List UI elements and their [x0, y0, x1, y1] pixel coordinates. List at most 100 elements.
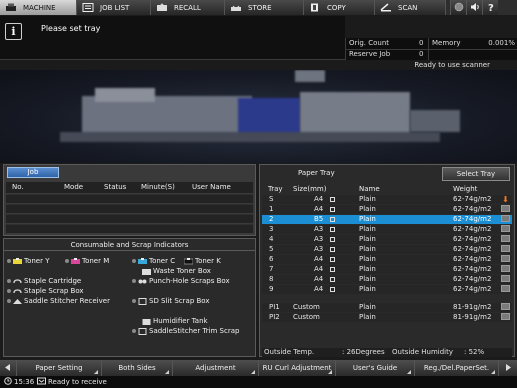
tray-row[interactable]: 4 A3 Plain 62-74g/m2: [262, 235, 512, 244]
tray-id: 3: [269, 225, 274, 233]
tray-row[interactable]: 2 B5 Plain 62-74g/m2: [262, 215, 512, 224]
bottom-menu-bar: Paper Setting Both Sides Adjustment RU C…: [0, 360, 517, 376]
tray-weight: 62-74g/m2: [453, 195, 492, 203]
paper-orientation-icon: [330, 277, 335, 282]
job-row[interactable]: [6, 224, 253, 233]
status-message: Please set tray: [41, 24, 101, 33]
bottom-left-arrow-button[interactable]: [0, 360, 17, 376]
tab-copy[interactable]: COPY: [304, 0, 375, 15]
tray-size: A4: [314, 205, 324, 213]
tray-weight: 62-74g/m2: [453, 245, 492, 253]
tray-paper-name: Plain: [359, 195, 376, 203]
info-icon: i: [5, 23, 22, 40]
tray-paper-name: Plain: [359, 275, 376, 283]
tab-job-list[interactable]: JOB LIST: [77, 0, 151, 15]
tab-store[interactable]: STORE: [225, 0, 304, 15]
job-row[interactable]: [6, 214, 253, 223]
tray-table-header: Tray Size(mm) Name Weight: [262, 184, 512, 194]
orig-count-label: Orig. Count: [349, 39, 390, 47]
paper-orientation-icon: [330, 257, 335, 262]
left-arrow-icon: [5, 363, 11, 373]
tray-row[interactable]: 8 A4 Plain 62-74g/m2: [262, 275, 512, 284]
tray-paper-name: Plain: [359, 255, 376, 263]
tray-paper-name: Plain: [359, 225, 376, 233]
svg-text:?: ?: [488, 3, 494, 12]
saddle-receiver-icon: [13, 298, 22, 305]
tray-row[interactable]: 9 A4 Plain 62-74g/m2: [262, 285, 512, 294]
tray-level-gauge: [501, 275, 510, 282]
settings-circle-icon: [454, 2, 464, 14]
tray-id: 8: [269, 275, 274, 283]
tray-row[interactable]: 7 A4 Plain 62-74g/m2: [262, 265, 512, 274]
tab-store-label: STORE: [248, 3, 272, 12]
tray-level-gauge: [501, 265, 510, 272]
tray-weight: 81-91g/m2: [453, 313, 492, 321]
memory-label: Memory: [432, 39, 461, 47]
bottom-right-arrow-button[interactable]: [499, 360, 517, 376]
tray-level-gauge: [501, 215, 510, 222]
tray-weight: 81-91g/m2: [453, 303, 492, 311]
help-button[interactable]: ?: [482, 0, 498, 15]
tray-weight: 62-74g/m2: [453, 265, 492, 273]
printer-icon: [5, 3, 17, 12]
tray-size: A4: [314, 195, 324, 203]
tray-row[interactable]: S A4 Plain 62-74g/m2 ⬇: [262, 195, 512, 204]
col-name: Name: [359, 185, 380, 193]
col-minutes: Minute(S): [141, 183, 175, 191]
tray-weight: 62-74g/m2: [453, 225, 492, 233]
tab-job-list-label: JOB LIST: [100, 3, 130, 12]
orig-count-value: 0: [419, 39, 424, 47]
both-sides-button[interactable]: Both Sides: [102, 360, 173, 376]
volume-button[interactable]: [466, 0, 482, 15]
toner-c-indicator: Toner C: [132, 257, 175, 265]
users-guide-button[interactable]: User's Guide: [336, 360, 415, 376]
job-row[interactable]: [6, 204, 253, 213]
adjustment-button[interactable]: Adjustment: [173, 360, 259, 376]
tray-weight: 62-74g/m2: [453, 215, 492, 223]
tray-id: 9: [269, 285, 274, 293]
tray-row[interactable]: 1 A4 Plain 62-74g/m2: [262, 205, 512, 214]
tray-row[interactable]: PI2 Custom Plain 81-91g/m2: [262, 313, 512, 322]
right-arrow-icon: [505, 363, 511, 373]
tray-paper-name: Plain: [359, 265, 376, 273]
copy-icon: [309, 3, 321, 12]
tray-row[interactable]: 5 A3 Plain 62-74g/m2: [262, 245, 512, 254]
tab-recall[interactable]: RECALL: [151, 0, 225, 15]
tray-size: Custom: [293, 303, 320, 311]
tray-weight: 62-74g/m2: [453, 235, 492, 243]
settings-circle-button[interactable]: [450, 0, 466, 15]
tray-level-gauge: [501, 225, 510, 232]
tray-level-gauge: [501, 313, 510, 320]
job-panel: Job No. Mode Status Minute(S) User Name: [3, 164, 256, 236]
tab-job[interactable]: Job: [7, 167, 59, 178]
toner-m-indicator: Toner M: [65, 257, 109, 265]
job-row[interactable]: [6, 194, 253, 203]
staple-scrap-icon: [13, 288, 22, 295]
outside-temp-label: Outside Temp.: [264, 348, 315, 356]
tray-level-gauge: [501, 255, 510, 262]
clock-icon: [4, 377, 12, 387]
outside-humidity-value: : 52%: [464, 348, 485, 356]
status-time: 15:36: [14, 378, 35, 386]
reserve-job-label: Reserve Job: [349, 50, 391, 58]
tray-row[interactable]: 6 A4 Plain 62-74g/m2: [262, 255, 512, 264]
tab-scan[interactable]: SCAN: [375, 0, 446, 15]
tray-size: Custom: [293, 313, 320, 321]
paper-orientation-icon: [330, 247, 335, 252]
punch-scraps-indicator: Punch-Hole Scraps Box: [132, 277, 230, 285]
tray-row[interactable]: PI1 Custom Plain 81-91g/m2: [262, 303, 512, 312]
tray-id: PI2: [269, 313, 280, 321]
tray-id: 1: [269, 205, 274, 213]
tab-machine[interactable]: MACHINE: [0, 0, 77, 15]
paper-setting-button[interactable]: Paper Setting: [17, 360, 102, 376]
tray-row[interactable]: 3 A3 Plain 62-74g/m2: [262, 225, 512, 234]
ru-curl-adjustment-button[interactable]: RU Curl Adjustment: [259, 360, 336, 376]
col-user-name: User Name: [192, 183, 231, 191]
paper-tray-panel: Paper Tray Select Tray Tray Size(mm) Nam…: [259, 164, 515, 357]
tray-size: A3: [314, 225, 324, 233]
tray-size: B5: [314, 215, 324, 223]
toner-y-icon: [13, 257, 22, 265]
tray-id: 7: [269, 265, 274, 273]
reg-del-paper-set-button[interactable]: Reg./Del.PaperSet.: [415, 360, 499, 376]
select-tray-button[interactable]: Select Tray: [442, 167, 510, 181]
